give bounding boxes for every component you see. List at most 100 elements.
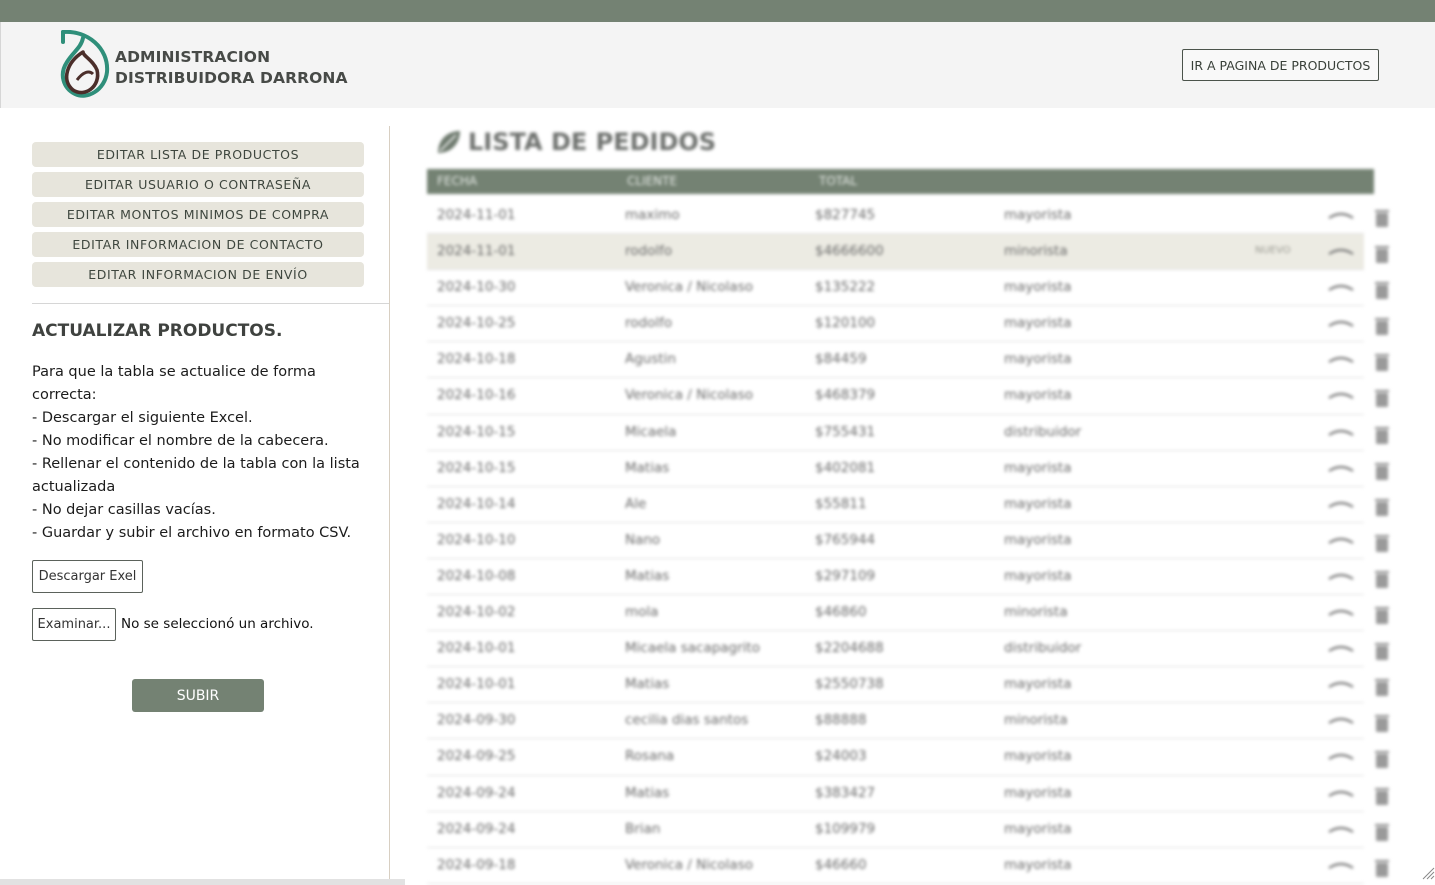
order-total: $55811 <box>815 495 867 512</box>
trash-icon[interactable] <box>1372 279 1392 301</box>
order-type: mayorista <box>1004 387 1072 404</box>
table-row[interactable]: 2024-10-16 Veronica / Nicolaso $468379 mayo… <box>427 378 1389 415</box>
chevron-up-icon[interactable] <box>1327 427 1355 437</box>
trash-icon[interactable] <box>1372 243 1392 265</box>
table-row[interactable]: 2024-11-01 maximo $827745 mayorista <box>427 198 1389 235</box>
chevron-up-icon[interactable] <box>1327 607 1355 617</box>
trash-icon[interactable] <box>1372 640 1392 662</box>
trash-icon[interactable] <box>1372 207 1392 229</box>
order-total: $46660 <box>815 856 867 873</box>
download-excel-button[interactable]: Descargar Exel <box>32 560 143 593</box>
chevron-up-icon[interactable] <box>1327 571 1355 581</box>
chevron-up-icon[interactable] <box>1327 246 1355 256</box>
edit-shipping-info-button[interactable]: EDITAR INFORMACION DE ENVÍO <box>32 262 364 287</box>
order-type: minorista <box>1004 243 1068 260</box>
table-row[interactable]: 2024-10-30 Veronica / Nicolaso $135222 mayo… <box>427 270 1389 307</box>
trash-icon[interactable] <box>1372 712 1392 734</box>
go-to-products-button[interactable]: IR A PAGINA DE PRODUCTOS <box>1182 49 1379 81</box>
chevron-up-icon[interactable] <box>1327 824 1355 834</box>
chevron-up-icon[interactable] <box>1327 499 1355 509</box>
chevron-up-icon[interactable] <box>1327 860 1355 870</box>
order-total: $2204688 <box>815 640 884 657</box>
order-client: Agustin <box>625 351 676 368</box>
order-client: Brian <box>625 820 661 837</box>
resize-grip-icon[interactable] <box>1421 866 1435 880</box>
order-type: distribuidor <box>1004 640 1082 657</box>
chevron-up-icon[interactable] <box>1327 788 1355 798</box>
chevron-up-icon[interactable] <box>1327 282 1355 292</box>
table-row[interactable]: 2024-10-08 Matias $297109 mayorista <box>427 559 1389 596</box>
order-client: Veronica / Nicolaso <box>625 387 753 404</box>
trash-icon[interactable] <box>1372 748 1392 770</box>
table-row[interactable]: 2024-11-01 rodolfo $4666600 minorista NUEVO <box>427 234 1389 271</box>
order-client: mola <box>625 604 659 621</box>
table-row[interactable]: 2024-09-25 Rosana $24003 mayorista <box>427 739 1389 776</box>
trash-icon[interactable] <box>1372 604 1392 626</box>
instruction-line: - Rellenar el contenido de la tabla con … <box>32 456 365 495</box>
order-total: $765944 <box>815 531 876 548</box>
chevron-up-icon[interactable] <box>1327 463 1355 473</box>
submit-button[interactable]: SUBIR <box>132 679 264 712</box>
order-client: Nano <box>625 531 661 548</box>
order-total: $24003 <box>815 748 867 765</box>
trash-icon[interactable] <box>1372 857 1392 879</box>
trash-icon[interactable] <box>1372 676 1392 698</box>
order-total: $755431 <box>815 423 876 440</box>
chevron-up-icon[interactable] <box>1327 354 1355 364</box>
top-bar <box>0 0 1435 22</box>
chevron-up-icon[interactable] <box>1327 535 1355 545</box>
chevron-up-icon[interactable] <box>1327 751 1355 761</box>
order-client: Matias <box>625 784 670 801</box>
table-row[interactable]: 2024-10-10 Nano $765944 mayorista <box>427 523 1389 559</box>
order-type: mayorista <box>1004 459 1072 476</box>
order-total: $383427 <box>815 784 876 801</box>
trash-icon[interactable] <box>1372 387 1392 409</box>
chevron-up-icon[interactable] <box>1327 210 1355 220</box>
order-date: 2024-09-18 <box>437 856 516 873</box>
trash-icon[interactable] <box>1372 785 1392 807</box>
table-row[interactable]: 2024-10-14 Ale $55811 mayorista <box>427 487 1389 523</box>
trash-icon[interactable] <box>1372 315 1392 337</box>
chevron-up-icon[interactable] <box>1327 679 1355 689</box>
table-row[interactable]: 2024-10-25 rodolfo $120100 mayorista <box>427 306 1389 343</box>
order-date: 2024-09-25 <box>437 748 516 765</box>
horizontal-scrollbar[interactable] <box>0 879 405 885</box>
table-row[interactable]: 2024-10-18 Agustin $84459 mayorista <box>427 342 1389 379</box>
trash-icon[interactable] <box>1372 351 1392 373</box>
order-date: 2024-10-10 <box>437 531 516 548</box>
edit-minimum-amounts-button[interactable]: EDITAR MONTOS MINIMOS DE COMPRA <box>32 202 364 227</box>
order-client: Matias <box>625 676 670 693</box>
table-row[interactable]: 2024-09-30 cecilia dias santos $88888 minor… <box>427 703 1389 740</box>
edit-contact-info-button[interactable]: EDITAR INFORMACION DE CONTACTO <box>32 232 364 257</box>
edit-products-list-button[interactable]: EDITAR LISTA DE PRODUCTOS <box>32 142 364 167</box>
table-row[interactable]: 2024-10-01 Matias $2550738 mayorista <box>427 667 1389 704</box>
trash-icon[interactable] <box>1372 568 1392 590</box>
order-total: $2550738 <box>815 676 884 693</box>
table-row[interactable]: 2024-10-15 Micaela $755431 distribuidor <box>427 415 1389 451</box>
order-client: maximo <box>625 207 680 223</box>
order-client: Matias <box>625 459 670 476</box>
order-client: rodolfo <box>625 315 673 332</box>
table-row[interactable]: 2024-10-02 mola $46860 minorista <box>427 595 1389 632</box>
table-row[interactable]: 2024-10-01 Micaela sacapagrito $2204688 dis… <box>427 631 1389 668</box>
order-total: $84459 <box>815 351 867 368</box>
browse-file-button[interactable]: Examinar... <box>32 608 116 641</box>
chevron-up-icon[interactable] <box>1327 318 1355 328</box>
instruction-line: - Descargar el siguiente Excel. <box>32 410 253 426</box>
chevron-up-icon[interactable] <box>1327 390 1355 400</box>
table-row[interactable]: 2024-09-24 Brian $109979 mayorista <box>427 812 1389 848</box>
instruction-line: Para que la tabla se actualice de forma … <box>32 364 321 403</box>
trash-icon[interactable] <box>1372 532 1392 554</box>
edit-user-password-button[interactable]: EDITAR USUARIO O CONTRASEÑA <box>32 172 364 197</box>
chevron-up-icon[interactable] <box>1327 643 1355 653</box>
table-row[interactable]: 2024-09-24 Matias $383427 mayorista <box>427 776 1389 812</box>
table-row[interactable]: 2024-09-18 Veronica / Nicolaso $46660 mayor… <box>427 848 1389 884</box>
chevron-up-icon[interactable] <box>1327 715 1355 725</box>
order-date: 2024-10-15 <box>437 423 516 440</box>
trash-icon[interactable] <box>1372 496 1392 518</box>
trash-icon[interactable] <box>1372 424 1392 446</box>
trash-icon[interactable] <box>1372 821 1392 843</box>
order-total: $88888 <box>815 712 867 729</box>
trash-icon[interactable] <box>1372 460 1392 482</box>
table-row[interactable]: 2024-10-15 Matias $402081 mayorista <box>427 451 1389 487</box>
